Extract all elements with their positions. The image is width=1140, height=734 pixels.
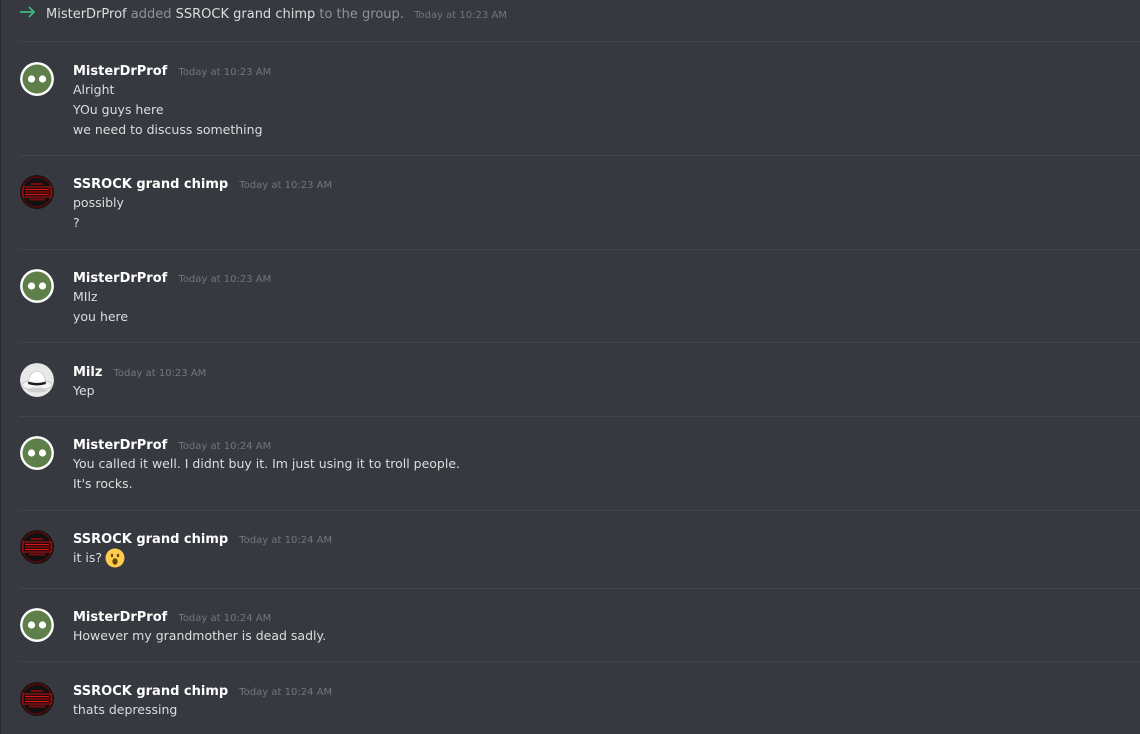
system-message-text: MisterDrProf added SSROCK grand chimp to… xyxy=(46,6,507,25)
system-target[interactable]: SSROCK grand chimp xyxy=(176,7,316,22)
message-text: Yep xyxy=(73,383,95,398)
message-author[interactable]: MisterDrProf xyxy=(73,64,167,79)
message-author[interactable]: SSROCK grand chimp xyxy=(73,532,228,547)
system-suffix: to the group. xyxy=(319,7,404,22)
red-logo-avatar[interactable] xyxy=(20,530,54,564)
message-divider xyxy=(19,510,1140,511)
message-text-content: it is? xyxy=(73,550,102,565)
message-text: It's rocks. xyxy=(73,476,133,491)
message-divider xyxy=(19,416,1140,417)
message-text: YOu guys here xyxy=(73,102,164,117)
open-mouth-emoji-icon[interactable] xyxy=(105,548,125,568)
message-timestamp: Today at 10:23 AM xyxy=(113,368,207,379)
green-eyes-avatar[interactable] xyxy=(20,269,54,303)
message-divider xyxy=(19,588,1140,589)
message-divider xyxy=(19,155,1140,156)
message-divider xyxy=(19,41,1140,42)
message-timestamp: Today at 10:24 AM xyxy=(178,613,272,624)
message-author[interactable]: MisterDrProf xyxy=(73,438,167,453)
system-timestamp: Today at 10:23 AM xyxy=(414,10,507,21)
message-text: Alright xyxy=(73,82,115,97)
message-text: it is? xyxy=(73,548,125,569)
join-arrow-icon xyxy=(20,6,36,18)
message-timestamp: Today at 10:24 AM xyxy=(239,535,333,546)
message-author[interactable]: MisterDrProf xyxy=(73,610,167,625)
message-text: you here xyxy=(73,309,129,324)
system-actor[interactable]: MisterDrProf xyxy=(46,7,127,22)
message-timestamp: Today at 10:23 AM xyxy=(178,274,272,285)
message-author[interactable]: Milz xyxy=(73,365,102,380)
message-author[interactable]: SSROCK grand chimp xyxy=(73,684,228,699)
message-text: ? xyxy=(73,215,80,230)
green-eyes-avatar[interactable] xyxy=(20,608,54,642)
message-author[interactable]: MisterDrProf xyxy=(73,271,167,286)
green-eyes-avatar[interactable] xyxy=(20,62,54,96)
message-text: However my grandmother is dead sadly. xyxy=(73,628,327,643)
chat-messages-area[interactable]: MisterDrProf added SSROCK grand chimp to… xyxy=(0,0,1140,734)
message-text: thats depressing xyxy=(73,702,178,717)
green-eyes-avatar[interactable] xyxy=(20,436,54,470)
message-timestamp: Today at 10:24 AM xyxy=(239,687,333,698)
message-author[interactable]: SSROCK grand chimp xyxy=(73,177,228,192)
system-message-member-added: MisterDrProf added SSROCK grand chimp to… xyxy=(1,0,1140,30)
white-hat-avatar[interactable] xyxy=(20,363,54,397)
message-text: possibly xyxy=(73,195,124,210)
message-divider xyxy=(19,249,1140,250)
system-action: added xyxy=(130,7,172,22)
message-text: You called it well. I didnt buy it. Im j… xyxy=(73,456,460,471)
message-timestamp: Today at 10:23 AM xyxy=(178,67,272,78)
message-divider xyxy=(19,342,1140,343)
message-timestamp: Today at 10:23 AM xyxy=(239,180,333,191)
red-logo-avatar[interactable] xyxy=(20,682,54,716)
red-logo-avatar[interactable] xyxy=(20,175,54,209)
message-timestamp: Today at 10:24 AM xyxy=(178,441,272,452)
message-divider xyxy=(19,661,1140,662)
message-text: we need to discuss something xyxy=(73,122,263,137)
message-text: MIlz xyxy=(73,289,98,304)
